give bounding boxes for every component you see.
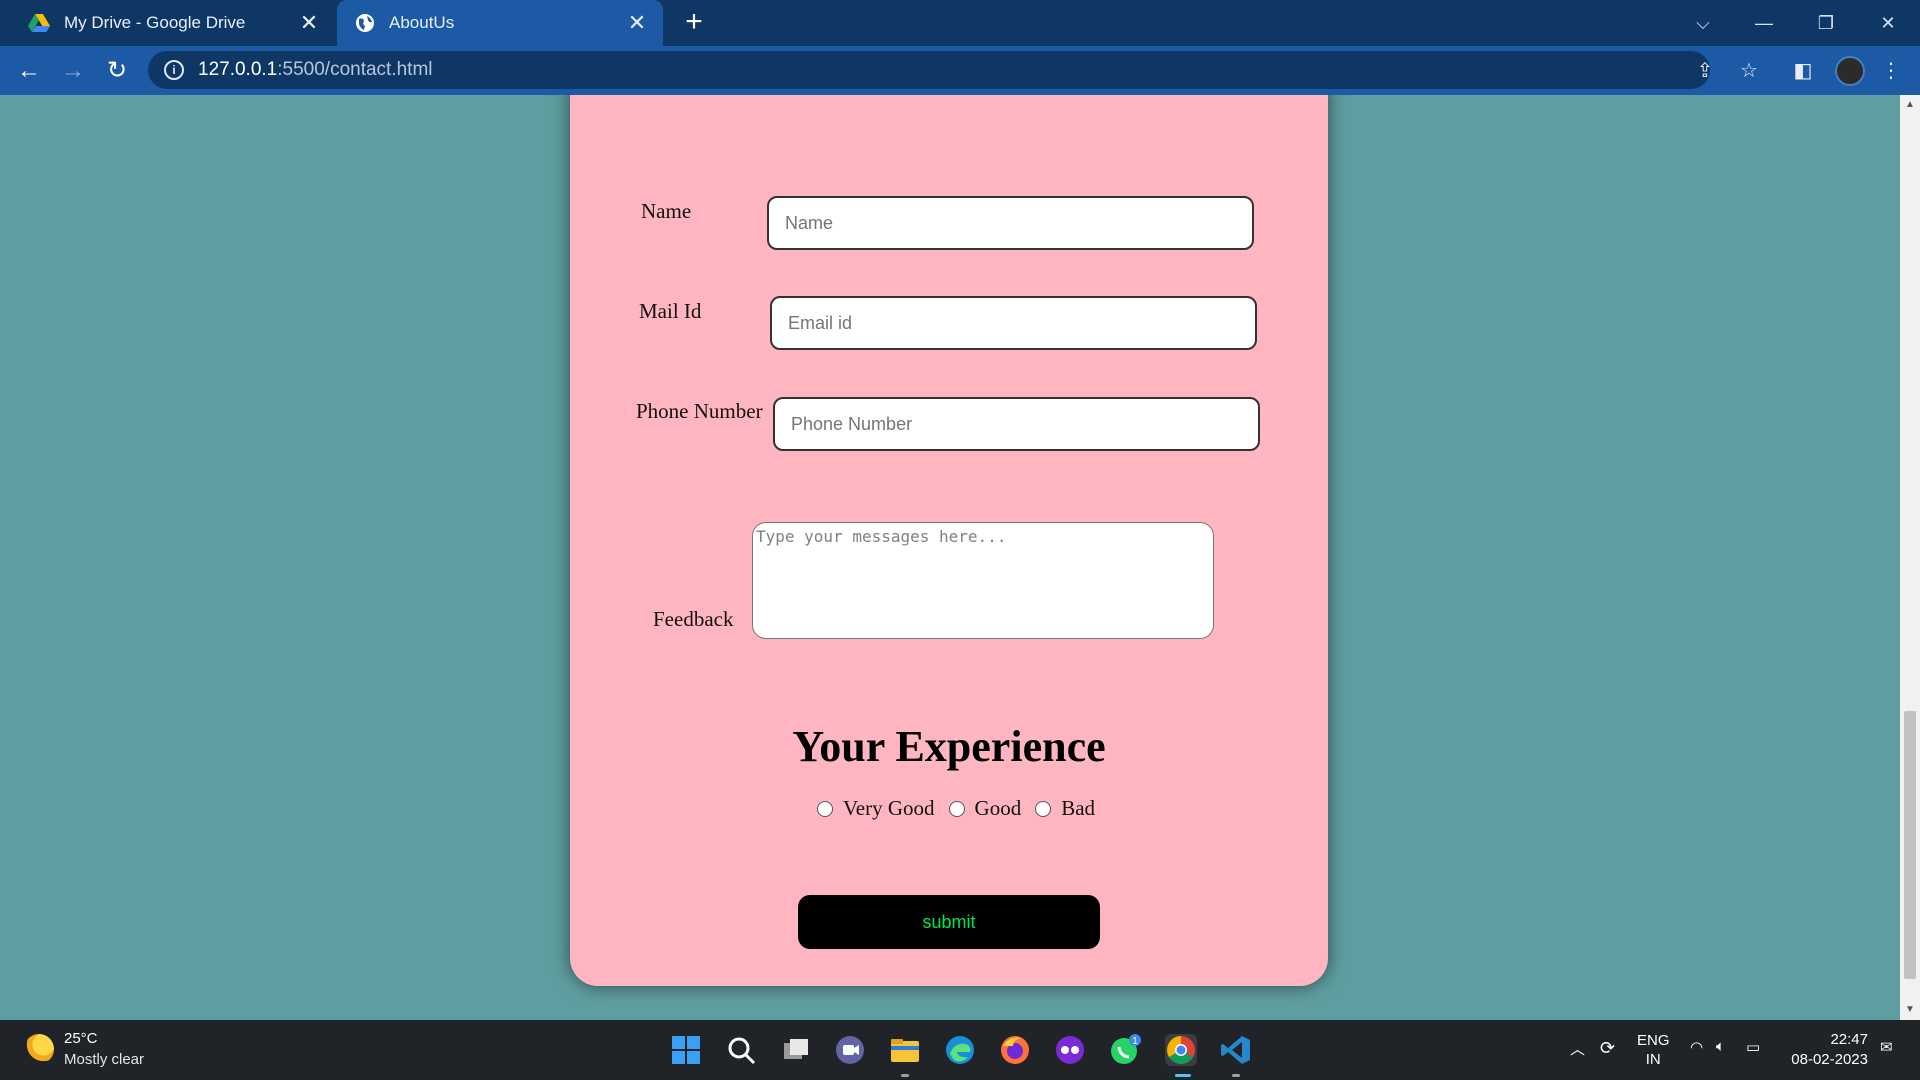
search-icon[interactable] (725, 1034, 757, 1066)
tab-search-chevron-icon[interactable]: ⌵ (1688, 8, 1718, 38)
scroll-down-icon[interactable]: ▼ (1900, 1000, 1920, 1020)
weather-description: Mostly clear (64, 1051, 145, 1068)
region-code: IN (1645, 1051, 1661, 1068)
browser-toolbar: ← → ↻ i 127.0.0.1:5500/contact.html ⇪ ☆ … (0, 46, 1920, 95)
url-path: :5500/contact.html (277, 59, 433, 80)
clock-time: 22:47 (1830, 1031, 1868, 1048)
phone-input[interactable] (773, 397, 1260, 451)
new-tab-button[interactable]: + (680, 7, 708, 37)
chrome-icon[interactable] (1165, 1034, 1197, 1066)
windows-start-icon[interactable] (670, 1034, 702, 1066)
tab-aboutus[interactable]: AboutUs ✕ (337, 0, 663, 46)
side-panel-icon[interactable]: ◧ (1788, 56, 1818, 86)
game-app-icon[interactable] (1054, 1034, 1086, 1066)
name-label: Name (641, 199, 692, 223)
forward-arrow-icon[interactable]: → (58, 56, 88, 86)
address-bar[interactable]: i 127.0.0.1:5500/contact.html (148, 51, 1710, 89)
globe-icon (356, 14, 374, 32)
notification-icon[interactable]: ✉ (1880, 1038, 1893, 1056)
scroll-thumb[interactable] (1904, 711, 1916, 979)
minimize-icon[interactable]: — (1749, 8, 1779, 38)
running-indicator (901, 1074, 909, 1077)
url-text: 127.0.0.1:5500/contact.html (198, 59, 433, 81)
lang-code: ENG (1637, 1032, 1670, 1049)
restore-icon[interactable]: ❐ (1811, 8, 1841, 38)
url-host: 127.0.0.1 (198, 59, 278, 80)
menu-dots-icon[interactable]: ⋮ (1876, 56, 1906, 86)
contact-form-card: Name Mail Id Phone Number Feedback Your … (570, 95, 1328, 986)
tab-title: My Drive - Google Drive (64, 13, 246, 32)
name-input[interactable] (767, 196, 1254, 250)
experience-options: Very Good Good Bad (570, 796, 1328, 821)
reload-icon[interactable]: ↻ (102, 56, 132, 86)
phone-label: Phone Number (636, 399, 763, 423)
back-arrow-icon[interactable]: ← (14, 56, 44, 86)
feedback-textarea[interactable] (752, 522, 1214, 639)
tab-google-drive[interactable]: My Drive - Google Drive ✕ (0, 0, 335, 46)
firefox-icon[interactable] (999, 1034, 1031, 1066)
option-label-very-good: Very Good (842, 796, 935, 820)
teams-chat-icon[interactable] (834, 1034, 866, 1066)
wifi-icon[interactable]: ◠ (1690, 1038, 1703, 1056)
volume-icon[interactable]: 🔈︎ (1716, 1038, 1725, 1055)
tab-strip: My Drive - Google Drive ✕ AboutUs ✕ + ⌵ … (0, 0, 1920, 46)
profile-avatar[interactable] (1835, 56, 1865, 86)
whatsapp-icon[interactable]: 1 (1109, 1034, 1141, 1066)
sync-icon[interactable]: ⟳ (1600, 1038, 1615, 1059)
whatsapp-badge: 1 (1132, 1036, 1138, 1047)
close-icon[interactable]: ✕ (297, 10, 321, 35)
experience-heading: Your Experience (792, 722, 1106, 771)
edge-browser-icon[interactable] (944, 1034, 976, 1066)
active-indicator (1175, 1074, 1191, 1077)
weather-temperature: 25°C (64, 1030, 98, 1047)
submit-button[interactable]: submit (798, 895, 1100, 949)
clock-date: 08-02-2023 (1791, 1051, 1868, 1068)
window-close-icon[interactable]: ✕ (1873, 8, 1903, 38)
close-icon[interactable]: ✕ (625, 10, 649, 35)
running-indicator (1232, 1074, 1240, 1077)
system-clock[interactable]: 22:47 08-02-2023 (1788, 1030, 1868, 1070)
windows-taskbar: 25°C Mostly clear 1 ︿ ⟳ ENG IN ◠ 🔈︎ ▭ 22… (0, 1020, 1920, 1080)
weather-moon-icon[interactable] (24, 1034, 54, 1064)
page-viewport: Name Mail Id Phone Number Feedback Your … (0, 95, 1900, 1020)
language-indicator[interactable]: ENG IN (1637, 1031, 1670, 1069)
radio-bad[interactable] (1035, 800, 1052, 817)
tray-chevron-up-icon[interactable]: ︿ (1570, 1038, 1585, 1059)
google-drive-icon (28, 14, 50, 32)
bookmark-star-icon[interactable]: ☆ (1734, 56, 1764, 86)
option-label-good: Good (974, 796, 1022, 820)
email-input[interactable] (770, 296, 1257, 350)
tab-title: AboutUs (389, 13, 455, 32)
option-label-bad: Bad (1061, 796, 1096, 820)
vertical-scrollbar[interactable]: ▲ ▼ (1900, 95, 1920, 1020)
task-view-icon[interactable] (780, 1034, 812, 1066)
radio-good[interactable] (948, 800, 965, 817)
share-icon[interactable]: ⇪ (1690, 56, 1720, 86)
mail-label: Mail Id (639, 299, 702, 323)
info-icon[interactable]: i (164, 60, 184, 80)
feedback-label: Feedback (653, 607, 734, 631)
scroll-up-icon[interactable]: ▲ (1900, 95, 1920, 115)
radio-very-good[interactable] (816, 800, 833, 817)
file-explorer-icon[interactable] (889, 1034, 921, 1066)
battery-icon[interactable]: ▭ (1746, 1038, 1760, 1056)
vscode-icon[interactable] (1220, 1034, 1252, 1066)
